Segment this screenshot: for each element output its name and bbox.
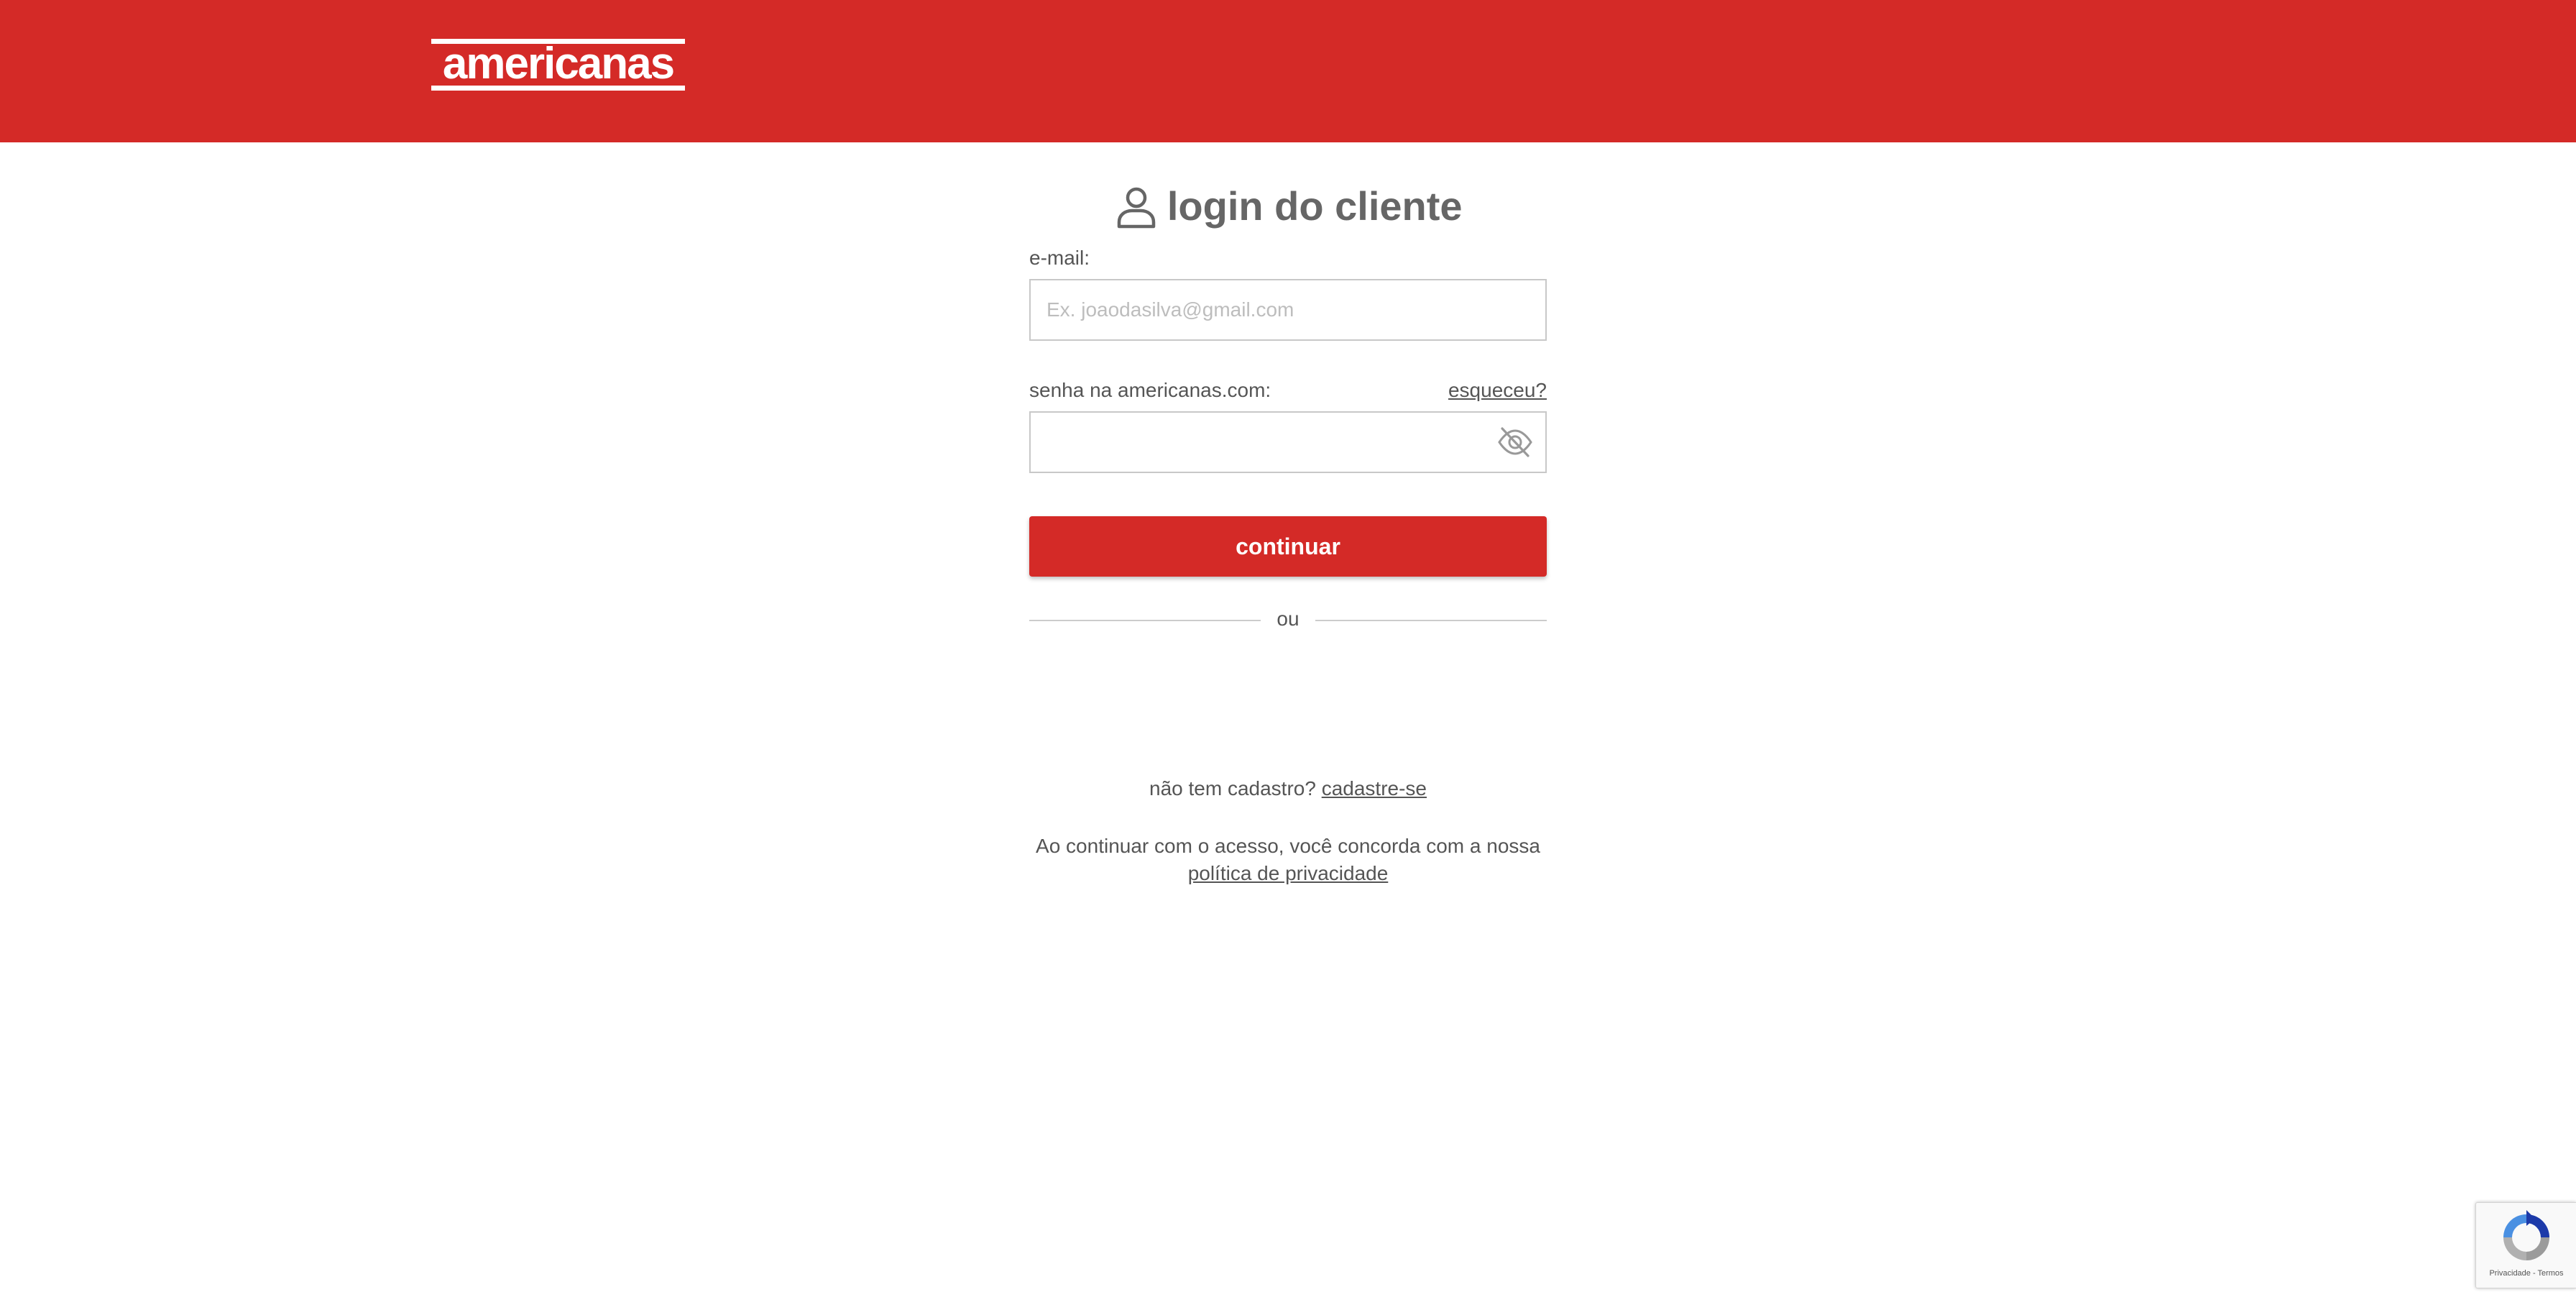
email-label: e-mail: bbox=[1029, 247, 1090, 269]
user-icon bbox=[1118, 187, 1156, 229]
forgot-password-link[interactable]: esqueceu? bbox=[1448, 378, 1547, 403]
page-title: login do cliente bbox=[1167, 183, 1463, 229]
americanas-logo[interactable]: americanas bbox=[431, 39, 685, 91]
terms-notice: Ao continuar com o acesso, você concorda… bbox=[1015, 833, 1561, 887]
email-input[interactable] bbox=[1029, 279, 1547, 341]
password-input[interactable] bbox=[1029, 411, 1547, 473]
recaptcha-icon bbox=[2503, 1210, 2549, 1260]
eye-off-icon[interactable] bbox=[1496, 424, 1534, 460]
divider-text: ou bbox=[1276, 608, 1300, 630]
divider-line-right bbox=[1315, 620, 1547, 621]
privacy-policy-link[interactable]: política de privacidade bbox=[1015, 860, 1561, 887]
signup-row: não tem cadastro? cadastre-se bbox=[1029, 777, 1547, 801]
password-label: senha na americanas.com: bbox=[1029, 379, 1271, 401]
divider-line-left bbox=[1029, 620, 1261, 621]
login-title-row: login do cliente bbox=[1029, 180, 1547, 233]
recaptcha-badge[interactable]: Privacidade - Termos bbox=[2475, 1202, 2576, 1288]
signup-link[interactable]: cadastre-se bbox=[1322, 777, 1427, 800]
signup-prompt: não tem cadastro? bbox=[1149, 777, 1316, 800]
continue-button[interactable]: continuar bbox=[1029, 516, 1547, 577]
logo-text: americanas bbox=[442, 39, 675, 88]
logo-bottom-bar bbox=[431, 86, 685, 91]
recaptcha-footer: Privacidade - Termos bbox=[2489, 1269, 2564, 1278]
site-header: americanas bbox=[0, 0, 2576, 142]
terms-text: Ao continuar com o acesso, você concorda… bbox=[1036, 835, 1540, 857]
